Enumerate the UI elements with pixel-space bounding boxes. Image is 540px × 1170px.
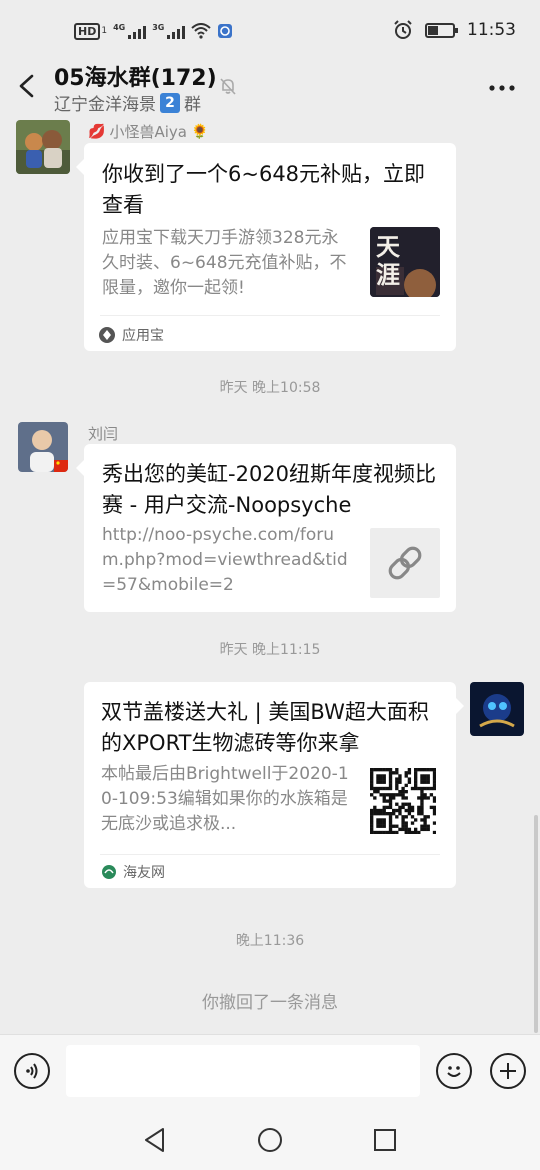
link-icon [388,546,422,580]
emoji-button[interactable] [436,1053,472,1089]
nav-recents-button[interactable] [370,1125,400,1155]
system-nav-bar [0,1108,540,1170]
avatar-bears-icon [16,120,70,174]
network-type-1: 4G [113,23,126,32]
card-divider [100,854,440,855]
nav-back-button[interactable] [140,1125,170,1155]
sunflower-emoji-icon: 🌻 [190,123,209,140]
card-description: 应用宝下载天刀手游领328元永久时装、6~648元充值补贴，不限量，邀你一起领! [102,228,347,298]
card-divider [100,315,440,316]
more-options-button[interactable] [484,70,520,106]
subtitle-suffix: 群 [184,95,201,115]
timestamp: 晚上11:36 [235,933,305,949]
voice-icon [26,1063,38,1079]
back-button[interactable] [10,64,46,108]
chat-header: 05海水群(172) 辽宁金洋海景 2 群 [0,56,540,120]
avatar-child-icon [18,422,68,472]
more-dots-icon [489,85,515,91]
sender-name: 💋 小怪兽Aiya 🌻 [88,121,208,142]
card-title: 秀出您的美缸-2020纽斯年度视频比赛 - 用户交流-Noopsyche [102,462,437,517]
avatar-dark-art-icon [470,682,524,736]
mute-bell-icon [220,78,236,95]
chevron-left-icon [19,74,34,98]
chat-title: 05海水群(172) [54,66,217,91]
qr-code-icon [370,768,437,835]
share-card-haiyouwang[interactable]: 双节盖楼送大礼 | 美国BW超大面积的XPORT生物滤砖等你来拿 本帖最后由Br… [84,682,464,888]
haiyouwang-icon [102,865,116,879]
card-source-label: 应用宝 [122,328,164,344]
card-description: 本帖最后由Brightwell于2020-10-109:53编辑如果你的水族箱是… [101,764,349,834]
sender-name: 刘闫 [88,423,118,444]
message-input[interactable] [66,1045,420,1097]
plus-button[interactable] [490,1053,526,1089]
clock-time: 11:53 [467,20,516,40]
timestamp: 昨天 晚上11:15 [219,642,321,658]
sender-name-text: 小怪兽Aiya [109,123,187,141]
app-notification-icon [218,24,233,38]
card-title: 你收到了一个6~648元补贴，立即查看 [102,162,426,217]
card-source: 应用宝 [98,325,164,345]
timestamp: 昨天 晚上10:58 [219,380,321,396]
battery-level [428,25,438,35]
wifi-icon [191,23,212,39]
voice-button[interactable] [14,1053,50,1089]
plus-icon [500,1063,516,1079]
avatar-xiaoguaishou[interactable] [16,120,70,174]
input-bar [0,1034,540,1108]
battery-icon [425,22,458,38]
signal-icon-1: 4G [113,23,147,39]
alarm-icon [394,20,412,39]
card-description: http://noo-psyche.com/forum.php?mod=view… [102,525,348,595]
nav-recents-square-icon [374,1129,396,1151]
status-left-icons: HD 1 4G 3G [74,22,233,40]
yingyongbao-icon [99,327,115,343]
subtitle-number-badge: 2 [160,92,180,113]
thumbnail-text: 天涯 [376,232,400,289]
share-card-noopsyche[interactable]: 秀出您的美缸-2020纽斯年度视频比赛 - 用户交流-Noopsyche htt… [76,444,456,612]
emoji-smile-icon [447,1066,461,1077]
nav-home-button[interactable] [255,1125,285,1155]
nav-back-triangle-icon [145,1128,164,1152]
card-qr-thumbnail [370,768,437,835]
lips-emoji-icon: 💋 [88,123,106,140]
status-right-icons: 11:53 [393,20,516,40]
recall-notice: 你撤回了一条消息 [202,993,338,1013]
card-link-thumbnail [370,528,440,598]
avatar-self[interactable] [470,682,524,736]
signal-icon-2: 3G [152,23,186,39]
subtitle-text: 辽宁金洋海景 [54,95,156,115]
card-thumbnail: 天涯 [370,227,440,297]
network-type-2: 3G [152,23,165,32]
card-source-label: 海友网 [123,865,165,881]
card-source: 海友网 [101,862,165,882]
scrollbar[interactable] [534,815,538,1033]
card-title: 双节盖楼送大礼 | 美国BW超大面积的XPORT生物滤砖等你来拿 [101,700,429,755]
sender-name-text: 刘闫 [88,425,119,443]
hd-sub: 1 [101,26,108,36]
share-card-yingyongbao[interactable]: 你收到了一个6~648元补贴，立即查看 应用宝下载天刀手游领328元永久时装、6… [76,143,456,351]
chat-subtitle: 辽宁金洋海景 2 群 [54,90,201,115]
avatar-liuyan[interactable] [18,422,68,472]
nav-home-circle-icon [258,1128,282,1152]
hd-badge: HD [74,22,101,40]
